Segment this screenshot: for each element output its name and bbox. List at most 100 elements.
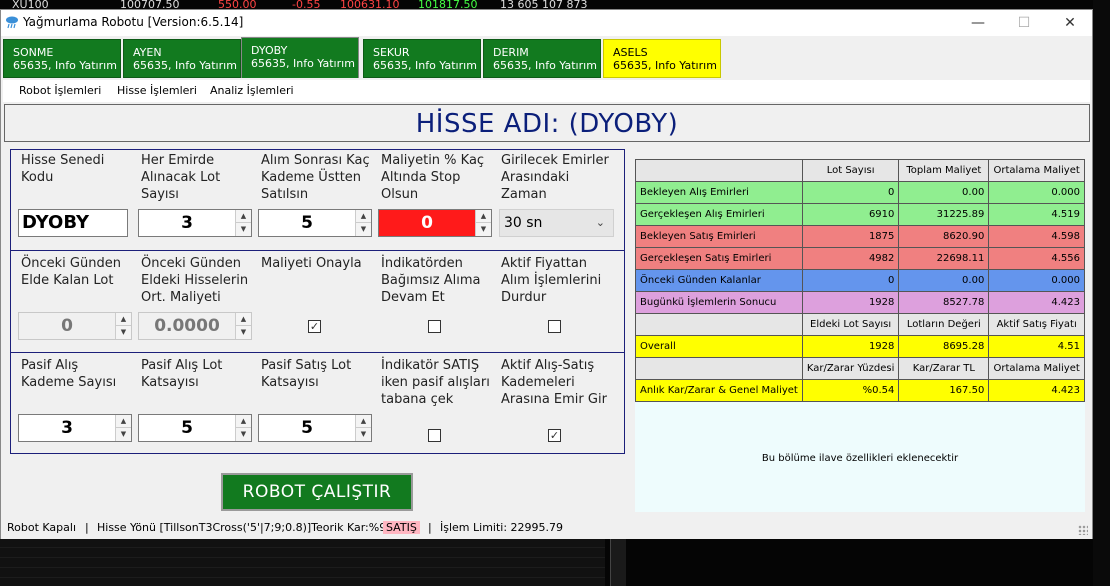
- prev-lot-stepper[interactable]: 0 ▲ ▼: [18, 312, 132, 340]
- menu-stock[interactable]: Hisse İşlemleri: [117, 84, 197, 97]
- order-settings-group: Hisse Senedi Kodu DYOBY Her Emirde Alına…: [10, 149, 625, 251]
- chevron-down-icon[interactable]: ▼: [116, 326, 131, 339]
- chevron-down-icon[interactable]: ▼: [236, 223, 251, 236]
- tab-name: DYOBY: [251, 44, 288, 57]
- status-separator: |: [428, 521, 432, 534]
- tab-account: 65635, Info Yatırım: [13, 59, 117, 72]
- table-header: [635, 159, 803, 182]
- table-header: Ortalama Maliyet: [988, 159, 1085, 182]
- stock-direction-label: Hisse Yönü [TillsonT3Cross('5'|7;9;0.8)]…: [97, 521, 398, 534]
- background-lines: [0, 538, 605, 586]
- lot-spin[interactable]: ▲ ▼: [235, 210, 251, 236]
- prev-cost-label: Önceki Günden Eldeki Hisselerin Ort. Mal…: [141, 256, 249, 305]
- table-header: Lot Sayısı: [801, 159, 900, 182]
- chevron-up-icon[interactable]: ▲: [236, 415, 251, 428]
- chevron-down-icon[interactable]: ▼: [476, 223, 491, 236]
- avg-cost-cell: 4.556: [988, 247, 1085, 270]
- between-levels-checkbox[interactable]: ✓: [548, 429, 561, 442]
- passive-buy-spin[interactable]: ▲ ▼: [115, 415, 131, 441]
- avg-cost-cell: 0.000: [988, 181, 1085, 204]
- approve-cost-label: Maliyeti Onayla: [261, 256, 362, 271]
- row-label: Overall: [635, 335, 803, 358]
- tab-sonme[interactable]: SONME 65635, Info Yatırım: [3, 39, 121, 78]
- chevron-up-icon[interactable]: ▲: [236, 210, 251, 223]
- chevron-down-icon[interactable]: ▼: [116, 428, 131, 441]
- prev-cost-stepper[interactable]: 0.0000 ▲ ▼: [138, 312, 252, 340]
- maximize-button[interactable]: ☐: [1001, 10, 1047, 36]
- tab-ayen[interactable]: AYEN 65635, Info Yatırım: [123, 39, 241, 78]
- independent-buy-checkbox[interactable]: [428, 320, 441, 333]
- tab-name: DERIM: [493, 46, 529, 59]
- approve-cost-checkbox[interactable]: ✓: [308, 320, 321, 333]
- passive-lot-stepper[interactable]: 5 ▲ ▼: [138, 414, 252, 442]
- status-bar: Robot Kapalı | Hisse Yönü [TillsonT3Cros…: [1, 515, 1092, 539]
- tab-account: 65635, Info Yatırım: [373, 59, 477, 72]
- passive-buy-stepper[interactable]: 3 ▲ ▼: [18, 414, 132, 442]
- run-robot-button[interactable]: ROBOT ÇALIŞTIR: [221, 473, 413, 511]
- chevron-down-icon[interactable]: ▼: [356, 428, 371, 441]
- stop-stepper[interactable]: 0 ▲ ▼: [378, 209, 492, 237]
- passive-sell-spin[interactable]: ▲ ▼: [355, 415, 371, 441]
- chevron-down-icon[interactable]: ▼: [236, 428, 251, 441]
- table-header: Kar/Zarar TL: [898, 357, 990, 380]
- chevron-up-icon[interactable]: ▲: [356, 415, 371, 428]
- stop-spin[interactable]: ▲ ▼: [475, 210, 491, 236]
- chevron-up-icon[interactable]: ▲: [116, 313, 131, 326]
- chevron-down-icon[interactable]: ▼: [236, 326, 251, 339]
- chevron-up-icon[interactable]: ▲: [116, 415, 131, 428]
- chevron-down-icon[interactable]: ▼: [356, 223, 371, 236]
- kademe-value: 5: [301, 213, 313, 233]
- tab-derim[interactable]: DERIM 65635, Info Yatırım: [483, 39, 601, 78]
- stop-buy-checkbox[interactable]: [548, 320, 561, 333]
- menu-robot[interactable]: Robot İşlemleri: [19, 84, 101, 97]
- chevron-down-icon: ⌄: [595, 216, 605, 229]
- tab-account: 65635, Info Yatırım: [493, 59, 597, 72]
- chevron-up-icon[interactable]: ▲: [476, 210, 491, 223]
- chevron-up-icon[interactable]: ▲: [356, 210, 371, 223]
- lot-cell: 6910: [801, 203, 900, 226]
- table-row: Overall 1928 8695.28 4.51: [635, 335, 1085, 358]
- prev-lot-value: 0: [61, 316, 73, 336]
- kademe-stepper[interactable]: 5 ▲ ▼: [258, 209, 372, 237]
- row-label: Bekleyen Satış Emirleri: [635, 225, 803, 248]
- total-cost-cell: 22698.11: [898, 247, 990, 270]
- prev-lot-spin[interactable]: ▲ ▼: [115, 313, 131, 339]
- table-header: Eldeki Lot Sayısı: [801, 313, 900, 336]
- interval-select[interactable]: 30 sn ⌄: [499, 209, 614, 237]
- status-separator: |: [85, 521, 89, 534]
- passive-lot-label: Pasif Alış Lot Katsayısı: [141, 358, 223, 390]
- indicator-sell-checkbox[interactable]: [428, 429, 441, 442]
- table-row: Bugünkü İşlemlerin Sonucu 1928 8527.78 4…: [635, 291, 1085, 314]
- tab-sekur[interactable]: SEKUR 65635, Info Yatırım: [363, 39, 481, 78]
- tab-dyoby[interactable]: DYOBY 65635, Info Yatırım: [241, 37, 359, 78]
- prev-cost-value: 0.0000: [154, 316, 220, 336]
- tab-name: SEKUR: [373, 46, 410, 59]
- table-header: Kar/Zarar Yüzdesi: [801, 357, 900, 380]
- title-bar[interactable]: Yağmurlama Robotu [Version:6.5.14] — ☐ ✕: [1, 10, 1092, 36]
- passive-sell-stepper[interactable]: 5 ▲ ▼: [258, 414, 372, 442]
- tab-name: ASELS: [613, 46, 648, 59]
- passive-buy-label: Pasif Alış Kademe Sayısı: [21, 358, 117, 390]
- lot-stepper[interactable]: 3 ▲ ▼: [138, 209, 252, 237]
- kademe-spin[interactable]: ▲ ▼: [355, 210, 371, 236]
- minimize-button[interactable]: —: [955, 10, 1001, 36]
- tab-name: AYEN: [133, 46, 162, 59]
- tab-asels[interactable]: ASELS 65635, Info Yatırım: [603, 39, 721, 78]
- prev-cost-spin[interactable]: ▲ ▼: [235, 313, 251, 339]
- robot-status: Robot Kapalı: [7, 521, 76, 534]
- resize-grip-icon[interactable]: [1078, 525, 1088, 535]
- table-header: Toplam Maliyet: [898, 159, 990, 182]
- avg-cost-cell: 4.598: [988, 225, 1085, 248]
- row-label: Önceki Günden Kalanlar: [635, 269, 803, 292]
- close-button[interactable]: ✕: [1047, 10, 1093, 36]
- table-header: [635, 357, 803, 380]
- table-header: Lotların Değeri: [898, 313, 990, 336]
- passive-lot-spin[interactable]: ▲ ▼: [235, 415, 251, 441]
- menu-analysis[interactable]: Analiz İşlemleri: [210, 84, 294, 97]
- interval-label: Girilecek Emirler Arasındaki Zaman: [501, 153, 609, 202]
- stock-code-input[interactable]: DYOBY: [18, 209, 128, 237]
- total-cost-cell: 8620.90: [898, 225, 990, 248]
- avg-cost-cell: 4.423: [988, 291, 1085, 314]
- chevron-up-icon[interactable]: ▲: [236, 313, 251, 326]
- tab-account: 65635, Info Yatırım: [251, 57, 355, 70]
